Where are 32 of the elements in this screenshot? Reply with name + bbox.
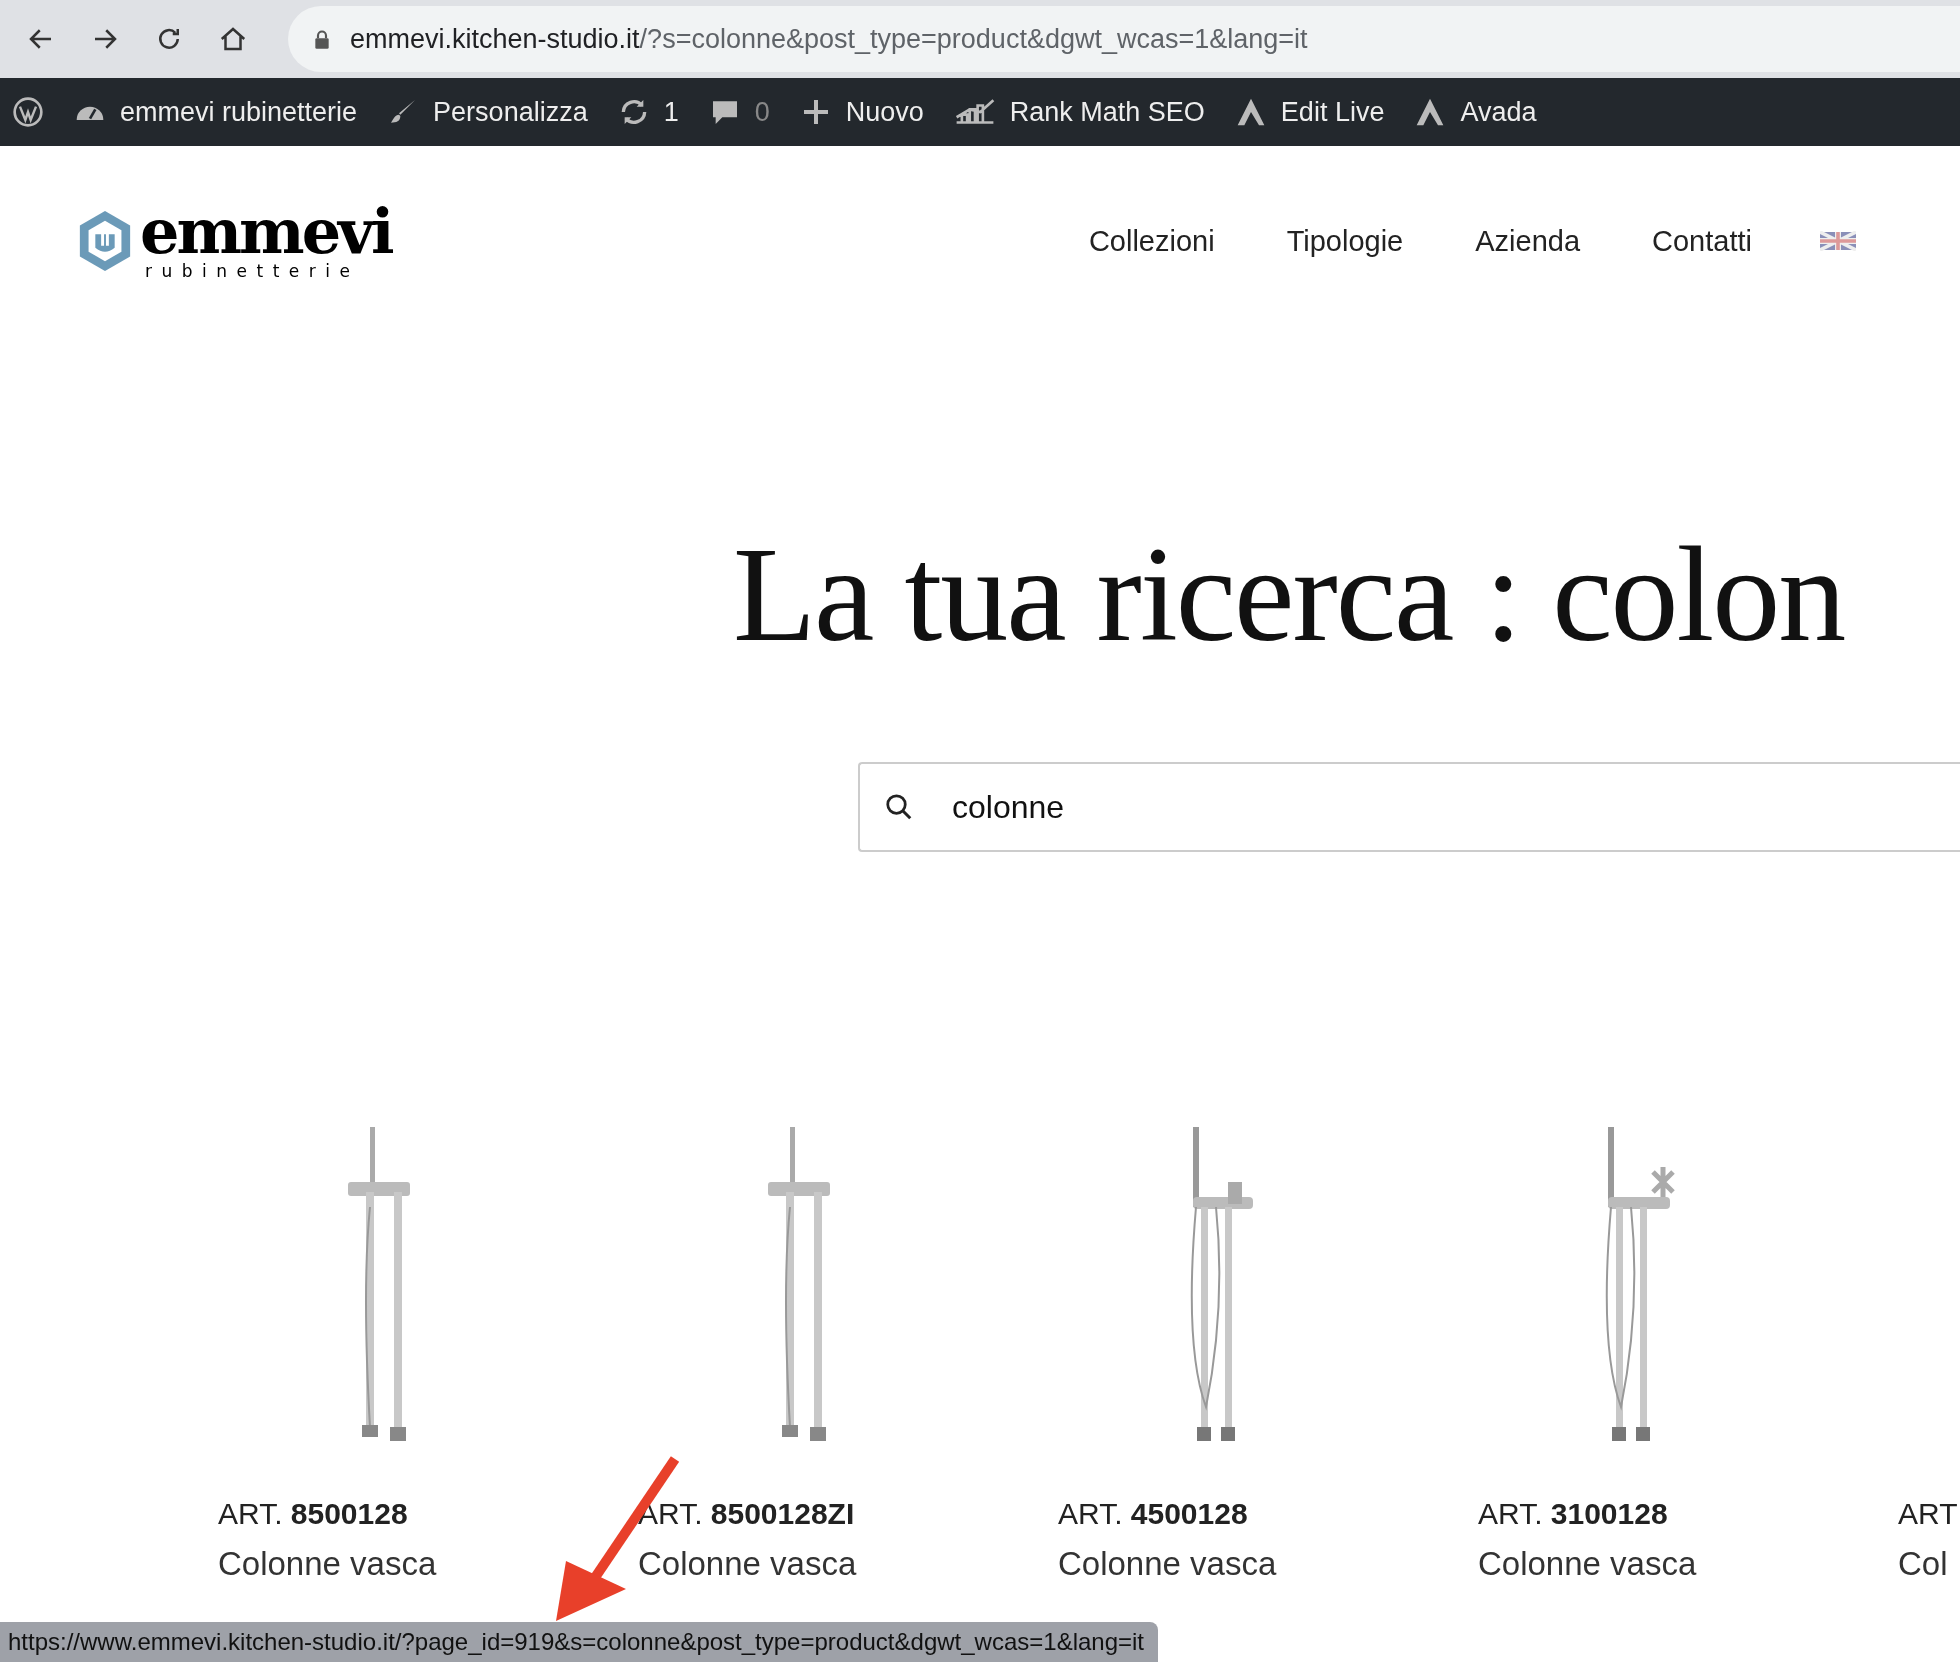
address-bar[interactable]: emmevi.kitchen-studio.it/?s=colonne&post_type=product&dgwt_wcas=1&lang=it bbox=[288, 6, 1960, 72]
product-name[interactable]: Colonne vasca bbox=[1478, 1545, 1898, 1583]
product-name[interactable]: Col bbox=[1898, 1545, 1960, 1583]
admin-bar-item[interactable]: Nuovo bbox=[799, 96, 924, 128]
search-icon bbox=[884, 792, 914, 822]
article-number: ART. 8500128 bbox=[218, 1497, 409, 1531]
product-name[interactable]: Colonne vasca bbox=[1058, 1545, 1478, 1583]
product-name[interactable]: Colonne vasca bbox=[218, 1545, 638, 1583]
logo-wordmark[interactable]: emmevi bbox=[140, 202, 392, 262]
product-name[interactable]: Colonne vasca bbox=[638, 1545, 1058, 1583]
nav-link[interactable]: Contatti bbox=[1652, 224, 1752, 258]
admin-bar-item[interactable]: Edit Live bbox=[1234, 96, 1385, 128]
search-heading: La tua ricerca : colon bbox=[733, 526, 1846, 662]
nav-link[interactable]: Azienda bbox=[1475, 224, 1581, 258]
logo-tagline: rubinetterie bbox=[144, 262, 361, 280]
admin-bar-item[interactable]: emmevi rubinetterie bbox=[74, 96, 358, 128]
admin-bar-item[interactable]: 0 bbox=[708, 96, 770, 128]
nav-link[interactable]: Collezioni bbox=[1088, 224, 1215, 258]
admin-bar-item[interactable]: Rank Math SEO bbox=[953, 96, 1205, 128]
search-field[interactable]: colonne bbox=[858, 762, 1960, 852]
admin-bar-item[interactable]: 1 bbox=[617, 96, 679, 128]
admin-bar-item[interactable]: Avada bbox=[1414, 96, 1537, 128]
article-number: ART. 4500128 bbox=[1058, 1497, 1249, 1531]
article-number: ART bbox=[1898, 1497, 1959, 1531]
wordpress-icon bbox=[12, 96, 44, 128]
admin-bar-item[interactable] bbox=[12, 96, 44, 128]
article-number: ART. 3100128 bbox=[1478, 1497, 1669, 1531]
admin-bar-item[interactable]: Personalizza bbox=[387, 96, 588, 128]
status-bar-url: https://www.emmevi.kitchen-studio.it/?page_id=919&s=colonne&post_type=product&dgwt_wcas=1&lang=it bbox=[0, 1622, 1159, 1662]
nav-link[interactable]: Tipologie bbox=[1286, 224, 1404, 258]
flag-icon[interactable] bbox=[1820, 231, 1856, 251]
lock-icon bbox=[314, 29, 330, 49]
